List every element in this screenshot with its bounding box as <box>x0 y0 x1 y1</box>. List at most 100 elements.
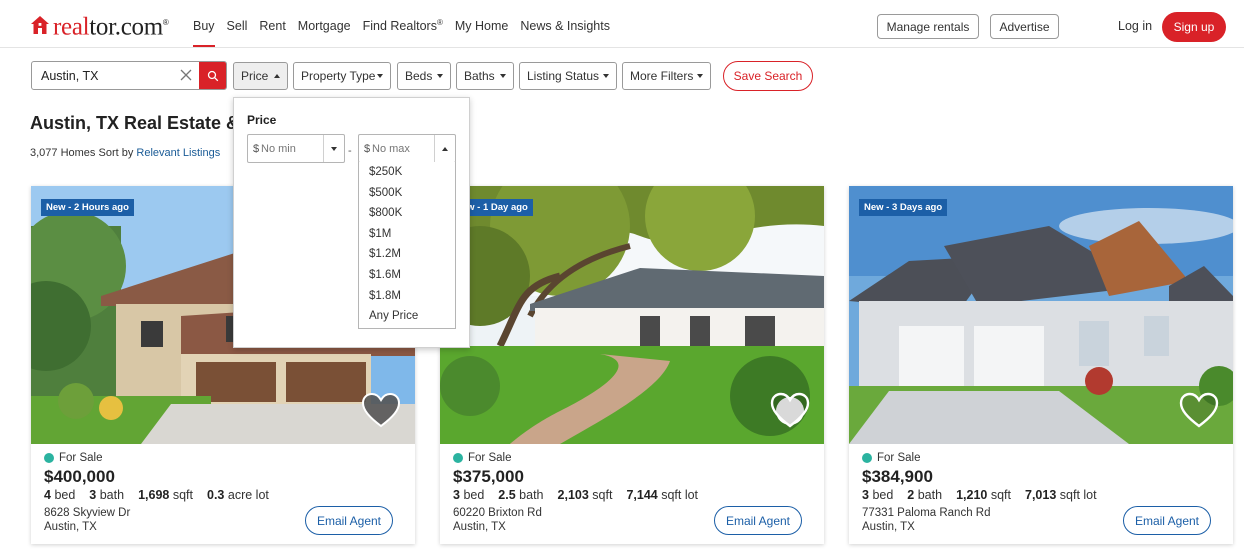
baths-filter[interactable]: Baths <box>456 62 514 90</box>
status-label: For Sale <box>468 452 512 464</box>
nav-rent[interactable]: Rent <box>259 0 285 47</box>
nav-news-insights[interactable]: News & Insights <box>520 0 610 47</box>
nav-sell[interactable]: Sell <box>227 0 248 47</box>
sort-dropdown[interactable]: Relevant Listings <box>136 147 220 159</box>
max-price-options: $250K $500K $800K $1M $1.2M $1.6M $1.8M … <box>358 162 456 329</box>
manage-rentals-button[interactable]: Manage rentals <box>877 14 979 39</box>
baths-label: bath <box>99 488 125 502</box>
baths-value: 2 <box>907 488 915 502</box>
chevron-down-icon <box>697 74 703 78</box>
nav-mortgage[interactable]: Mortgage <box>298 0 351 47</box>
heart-icon[interactable] <box>361 392 401 428</box>
listing-photo[interactable]: New - 3 Days ago <box>849 186 1233 444</box>
status-label: For Sale <box>59 452 103 464</box>
baths-filter-label: Baths <box>464 69 495 83</box>
house-logo-icon <box>31 16 49 35</box>
lot-value: 7,013 <box>1025 488 1057 502</box>
baths-label: bath <box>519 488 544 502</box>
heart-icon[interactable] <box>1179 392 1219 428</box>
realtor-logo[interactable]: realtor.com® <box>30 12 169 41</box>
nav-my-home[interactable]: My Home <box>455 0 508 47</box>
lot-value: 0.3 <box>207 488 225 502</box>
more-filters-filter[interactable]: More Filters <box>622 62 711 90</box>
listing-price: $384,900 <box>862 467 933 486</box>
location-search <box>31 61 227 90</box>
beds-filter[interactable]: Beds <box>397 62 451 90</box>
listing-price: $400,000 <box>44 467 115 486</box>
price-option-1-8m[interactable]: $1.8M <box>359 286 455 307</box>
email-agent-button[interactable]: Email Agent <box>1123 506 1211 535</box>
results-count: 3,077 Homes <box>30 147 96 159</box>
search-icon <box>207 70 218 81</box>
beds-value: 3 <box>862 488 869 502</box>
min-price-input[interactable] <box>261 139 321 158</box>
range-separator: - <box>348 145 352 157</box>
logo-wordmark: realtor.com® <box>53 13 169 41</box>
price-option-500k[interactable]: $500K <box>359 183 455 204</box>
max-price-input[interactable] <box>372 139 432 158</box>
lot-value: 7,144 <box>626 488 658 502</box>
listing-photo[interactable]: New - 1 Day ago <box>440 186 824 444</box>
sqft-value: 1,210 <box>956 488 988 502</box>
beds-value: 4 <box>44 488 51 502</box>
top-navigation: realtor.com® Buy Sell Rent Mortgage Find… <box>0 0 1244 48</box>
nav-find-realtors-label: Find Realtors <box>362 19 437 33</box>
price-option-800k[interactable]: $800K <box>359 203 455 224</box>
lot-label: acre lot <box>227 488 269 502</box>
login-link[interactable]: Log in <box>1118 19 1152 33</box>
listing-status-filter[interactable]: Listing Status <box>519 62 617 90</box>
signup-button[interactable]: Sign up <box>1162 12 1226 42</box>
chevron-down-icon <box>437 74 443 78</box>
listing-badge: New - 2 Hours ago <box>41 199 134 216</box>
lot-label: sqft lot <box>661 488 699 502</box>
chevron-down-icon[interactable] <box>331 147 337 151</box>
listing-card[interactable]: New - 1 Day ago For Sale $375,000 3 bed 2… <box>440 186 824 544</box>
listing-card[interactable]: New - 3 Days ago For Sale $384,900 3 bed… <box>849 186 1233 544</box>
price-dropdown-panel: Price $ - $ $250K $500K $800K $1M $1.2M … <box>233 97 470 348</box>
beds-label: bed <box>463 488 485 502</box>
heart-icon[interactable] <box>770 392 810 428</box>
baths-value: 3 <box>89 488 97 502</box>
house-photo-image <box>849 186 1233 444</box>
listing-specs: 3 bed 2 bath 1,210 sqft 7,013 sqft lot <box>862 488 1223 504</box>
results-meta: 3,077 Homes Sort by Relevant Listings <box>30 147 220 159</box>
listing-info: For Sale $400,000 4 bed 3 bath 1,698 sqft 0… <box>44 450 405 544</box>
currency-symbol: $ <box>253 143 260 155</box>
listing-status: For Sale <box>453 450 814 466</box>
price-option-1-6m[interactable]: $1.6M <box>359 265 455 286</box>
listing-status-filter-label: Listing Status <box>527 69 600 83</box>
email-agent-button[interactable]: Email Agent <box>714 506 802 535</box>
price-option-1m[interactable]: $1M <box>359 224 455 245</box>
listing-specs: 4 bed 3 bath 1,698 sqft 0.3 acre lot <box>44 488 405 504</box>
price-filter[interactable]: Price <box>233 62 288 90</box>
sqft-value: 2,103 <box>557 488 589 502</box>
baths-value: 2.5 <box>498 488 516 502</box>
search-input[interactable] <box>32 62 200 89</box>
search-button[interactable] <box>199 62 226 89</box>
save-search-button[interactable]: Save Search <box>723 61 813 91</box>
listing-info: For Sale $384,900 3 bed 2 bath 1,210 sqft 7… <box>862 450 1223 544</box>
listing-price: $375,000 <box>453 467 524 486</box>
nav-buy[interactable]: Buy <box>193 0 215 47</box>
price-option-1-2m[interactable]: $1.2M <box>359 244 455 265</box>
listing-status: For Sale <box>862 450 1223 466</box>
status-dot-icon <box>862 453 872 463</box>
sqft-label: sqft <box>172 488 193 502</box>
chevron-down-icon <box>377 74 383 78</box>
min-price-select[interactable]: $ <box>247 134 345 163</box>
max-price-select[interactable]: $ <box>358 134 456 163</box>
property-type-filter[interactable]: Property Type <box>293 62 391 90</box>
price-option-250k[interactable]: $250K <box>359 162 455 183</box>
price-option-any[interactable]: Any Price <box>359 306 455 327</box>
close-icon[interactable] <box>178 67 194 83</box>
advertise-button[interactable]: Advertise <box>990 14 1059 39</box>
beds-label: bed <box>872 488 894 502</box>
nav-find-realtors[interactable]: Find Realtors® <box>363 0 443 47</box>
divider <box>434 135 435 162</box>
property-type-filter-label: Property Type <box>301 69 376 83</box>
registered-mark: ® <box>436 17 443 27</box>
chevron-up-icon[interactable] <box>442 147 448 151</box>
listing-info: For Sale $375,000 3 bed 2.5 bath 2,103 sqf… <box>453 450 814 544</box>
email-agent-button[interactable]: Email Agent <box>305 506 393 535</box>
nav-links: Buy Sell Rent Mortgage Find Realtors® My… <box>193 0 622 47</box>
